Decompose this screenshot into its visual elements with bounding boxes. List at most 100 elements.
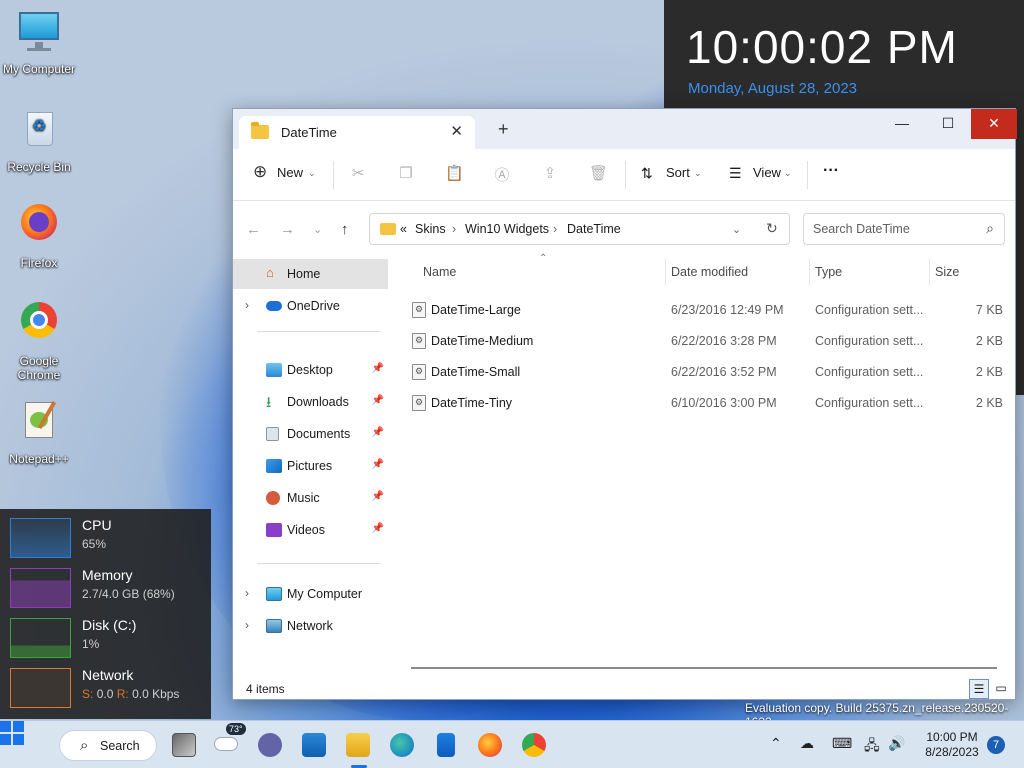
weather-icon[interactable]: 73° (214, 723, 246, 757)
network-icon (266, 619, 282, 633)
column-header-name[interactable]: Name (423, 265, 456, 279)
nav-label: OneDrive (287, 299, 340, 313)
close-window-button[interactable]: ✕ (971, 109, 1017, 139)
desktop-icon-google-chrome[interactable]: Google Chrome (0, 302, 78, 382)
notification-badge[interactable]: 7 (987, 736, 1005, 754)
table-row[interactable]: DateTime-Medium 6/22/2016 3:28 PM Config… (403, 326, 1011, 357)
address-bar[interactable]: « Skins › Win10 Widgets › DateTime ⌄ ↻ (369, 213, 790, 245)
more-options-button[interactable]: ··· (823, 162, 839, 180)
nav-item-network[interactable]: › Network (233, 611, 388, 641)
breadcrumb-datetime[interactable]: DateTime (567, 222, 621, 236)
maximize-button[interactable]: ☐ (925, 109, 971, 139)
file-name: DateTime-Large (431, 303, 521, 317)
teams-chat-icon[interactable] (258, 733, 282, 757)
search-box[interactable]: Search DateTime ⌕ (803, 213, 1005, 245)
desktop-icon-my-computer[interactable]: My Computer (0, 10, 78, 76)
column-divider[interactable] (665, 259, 666, 285)
start-button[interactable] (0, 721, 24, 745)
nav-item-documents[interactable]: Documents 📌 (233, 419, 388, 449)
cut-icon[interactable]: ✂ (349, 164, 367, 182)
new-tab-button[interactable]: + (498, 119, 509, 140)
pin-icon[interactable]: 📌 (372, 427, 384, 438)
nav-item-onedrive[interactable]: › OneDrive (233, 291, 388, 321)
tiles-view-button[interactable]: ▭ (991, 679, 1011, 699)
task-view-icon[interactable] (172, 733, 196, 757)
pin-icon[interactable]: 📌 (372, 395, 384, 406)
pictures-icon (266, 459, 282, 473)
nav-item-pictures[interactable]: Pictures 📌 (233, 451, 388, 481)
chrome-icon[interactable] (522, 733, 546, 757)
delete-icon[interactable]: 🗑 (589, 164, 608, 182)
file-name: DateTime-Tiny (431, 396, 513, 410)
mail-icon[interactable] (302, 733, 326, 757)
taskbar-search[interactable]: ⌕ Search (59, 730, 157, 761)
pin-icon[interactable]: 📌 (372, 523, 384, 534)
nav-item-downloads[interactable]: ⭳ Downloads 📌 (233, 387, 388, 417)
nav-label: Pictures (287, 459, 333, 473)
pin-icon[interactable]: 📌 (372, 363, 384, 374)
nav-item-home[interactable]: ⌂ Home (233, 259, 388, 289)
up-arrow-icon[interactable]: ↑ (341, 221, 349, 238)
sort-button[interactable]: Sort (666, 165, 690, 180)
expand-arrow-icon[interactable]: › (245, 586, 249, 600)
back-arrow-icon[interactable]: ← (246, 221, 261, 238)
breadcrumb-win10-widgets[interactable]: Win10 Widgets (465, 222, 549, 236)
network-status-icon[interactable]: 🖧 (864, 735, 880, 759)
onedrive-icon[interactable]: ☁ (800, 735, 814, 752)
address-dropdown-icon[interactable]: ⌄ (732, 223, 741, 236)
nav-divider (257, 331, 381, 332)
paste-icon[interactable]: 📋 (445, 164, 464, 182)
forward-arrow-icon[interactable]: → (280, 221, 295, 238)
edge-icon[interactable] (390, 733, 414, 757)
refresh-icon[interactable]: ↻ (766, 220, 778, 237)
column-divider[interactable] (809, 259, 810, 285)
clock-widget: 10:00:02 PM Monday, August 28, 2023 (664, 0, 1024, 110)
firefox-icon[interactable] (478, 733, 502, 757)
details-view-button[interactable]: ☰ (969, 679, 989, 699)
network-title: Network (82, 667, 134, 683)
nav-item-music[interactable]: Music 📌 (233, 483, 388, 513)
pin-icon[interactable]: 📌 (372, 459, 384, 470)
column-header-date[interactable]: Date modified (671, 265, 748, 279)
nav-item-my-computer[interactable]: › My Computer (233, 579, 388, 609)
table-row[interactable]: DateTime-Small 6/22/2016 3:52 PM Configu… (403, 357, 1011, 388)
disk-title: Disk (C:) (82, 617, 137, 633)
pin-icon[interactable]: 📌 (372, 491, 384, 502)
memory-title: Memory (82, 567, 133, 583)
table-row[interactable]: DateTime-Large 6/23/2016 12:49 PM Config… (403, 295, 1011, 326)
horizontal-scrollbar[interactable] (411, 667, 997, 669)
expand-arrow-icon[interactable]: › (245, 298, 249, 312)
file-date: 6/22/2016 3:52 PM (671, 365, 777, 379)
tab-datetime[interactable]: DateTime ✕ (239, 116, 475, 149)
share-icon[interactable]: ⇪ (541, 164, 559, 182)
chevron-up-icon[interactable]: ⌃ (770, 735, 782, 752)
column-divider[interactable] (929, 259, 930, 285)
column-header-size[interactable]: Size (935, 265, 959, 279)
minimize-button[interactable]: — (879, 109, 925, 139)
breadcrumb-skins[interactable]: Skins (415, 222, 446, 236)
desktop-icon-recycle-bin[interactable]: ♻ Recycle Bin (0, 108, 78, 174)
folder-icon (251, 122, 269, 139)
desktop-icon-firefox[interactable]: Firefox (0, 204, 78, 270)
file-explorer-icon[interactable] (346, 733, 370, 757)
close-tab-icon[interactable]: ✕ (450, 122, 463, 140)
nav-item-videos[interactable]: Videos 📌 (233, 515, 388, 545)
volume-icon[interactable]: 🔊 (888, 735, 905, 752)
desktop-icon-notepadpp[interactable]: Notepad++ (0, 400, 78, 466)
store-icon[interactable] (437, 733, 455, 757)
new-button[interactable]: New (277, 165, 303, 180)
sort-icon: ⇅ (641, 165, 653, 181)
copy-icon[interactable]: ❐ (397, 164, 415, 182)
recent-locations-icon[interactable]: ⌄ (313, 223, 322, 236)
nav-item-desktop[interactable]: Desktop 📌 (233, 355, 388, 385)
column-header-type[interactable]: Type (815, 265, 842, 279)
table-row[interactable]: DateTime-Tiny 6/10/2016 3:00 PM Configur… (403, 388, 1011, 419)
taskbar-clock[interactable]: 10:00 PM 8/28/2023 (920, 730, 984, 760)
rename-icon[interactable]: Ⓐ (493, 164, 511, 184)
breadcrumb-overflow[interactable]: « (400, 222, 407, 236)
desktop-icon-label: Recycle Bin (7, 160, 71, 174)
file-type: Configuration sett... (815, 334, 924, 348)
expand-arrow-icon[interactable]: › (245, 618, 249, 632)
view-button[interactable]: View (753, 165, 781, 180)
keyboard-icon[interactable]: ⌨ (832, 735, 852, 752)
